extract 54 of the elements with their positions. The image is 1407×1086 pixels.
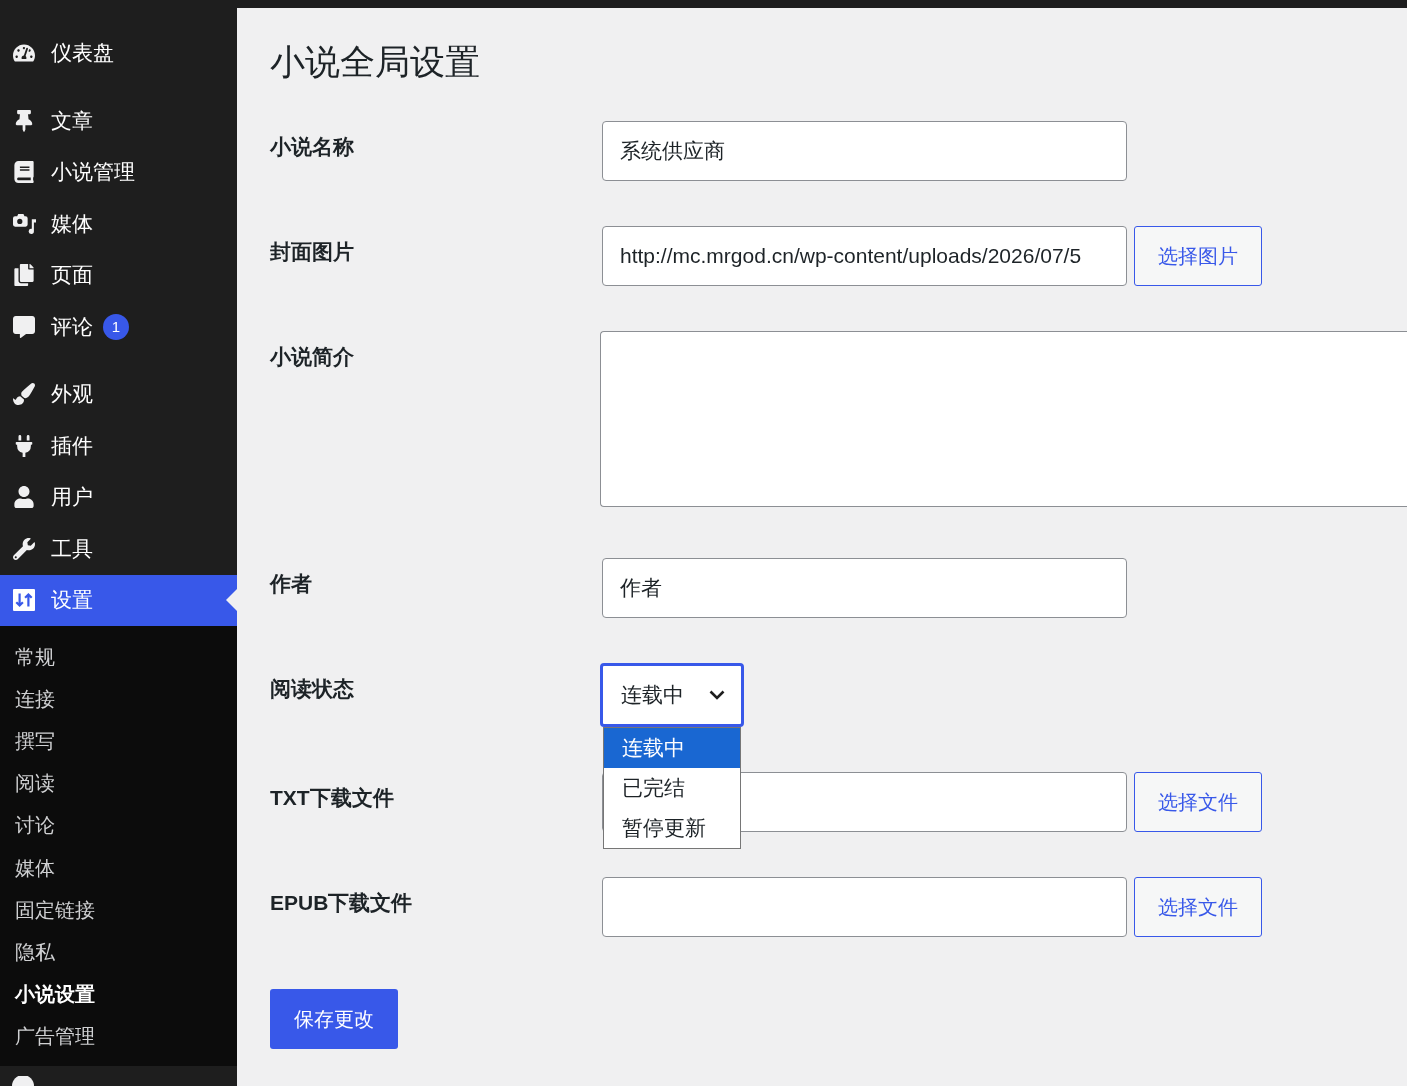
- documents-icon: [13, 264, 35, 287]
- submenu-item[interactable]: 广告管理: [0, 1015, 237, 1058]
- upload-button[interactable]: 选择文件: [1134, 877, 1262, 937]
- menu-item[interactable]: 页面: [0, 249, 237, 301]
- menu-item[interactable]: 小说管理: [0, 146, 237, 198]
- dropdown-option[interactable]: 连载中: [604, 728, 740, 768]
- chevron-down-icon: [709, 690, 725, 700]
- page-title: 小说全局设置: [270, 41, 480, 83]
- text-input[interactable]: 系统供应商: [602, 121, 1127, 181]
- menu-item[interactable]: 插件: [0, 420, 237, 472]
- plug-icon: [13, 434, 35, 457]
- gauge-icon: [13, 42, 35, 65]
- field-label: EPUB下载文件: [270, 890, 413, 916]
- menu-item[interactable]: 外观: [0, 368, 237, 420]
- submenu-item[interactable]: 固定链接: [0, 889, 237, 932]
- field-label: 小说简介: [270, 344, 354, 370]
- book-icon: [13, 161, 35, 184]
- pointer-triangle-icon: [226, 589, 237, 612]
- menu-item[interactable]: 设置: [0, 574, 237, 626]
- speech-bubble-icon: [13, 315, 35, 338]
- field-label: 封面图片: [270, 239, 354, 265]
- submenu-item[interactable]: 隐私: [0, 931, 237, 974]
- user-icon: [13, 486, 35, 509]
- submenu-item[interactable]: 媒体: [0, 846, 237, 890]
- text-input[interactable]: 作者: [602, 558, 1127, 618]
- menu-item[interactable]: 用户: [0, 471, 237, 523]
- settings-icon: [13, 589, 35, 612]
- field-label: TXT下载文件: [270, 785, 394, 811]
- submenu-item[interactable]: 小说设置: [0, 973, 237, 1016]
- status-select[interactable]: 连载中: [600, 663, 744, 727]
- submenu-item[interactable]: 连接: [0, 678, 237, 721]
- field-label: 小说名称: [270, 134, 354, 160]
- paintbrush-icon: [13, 383, 35, 406]
- submenu-item[interactable]: 常规: [0, 636, 237, 679]
- menu-item[interactable]: 工具: [0, 523, 237, 575]
- menu-item[interactable]: 仪表盘: [0, 27, 237, 79]
- text-input[interactable]: [602, 877, 1127, 937]
- text-input[interactable]: http://mc.mrgod.cn/wp-content/uploads/2026/07/5: [602, 226, 1127, 286]
- upload-button[interactable]: 选择图片: [1134, 226, 1262, 286]
- menu-item[interactable]: 文章: [0, 95, 237, 147]
- menu-item[interactable]: 媒体: [0, 198, 237, 250]
- textarea-field[interactable]: [600, 331, 1407, 507]
- wrench-icon: [13, 537, 35, 560]
- count-badge: 1: [103, 313, 129, 340]
- menu-item[interactable]: 评论 1: [0, 301, 237, 353]
- pushpin-icon: [13, 109, 35, 132]
- submenu-item[interactable]: 阅读: [0, 762, 237, 805]
- field-label: 阅读状态: [270, 676, 354, 702]
- submenu-item[interactable]: 撰写: [0, 720, 237, 763]
- save-button[interactable]: 保存更改: [270, 989, 398, 1049]
- camera-music-icon: [12, 213, 36, 235]
- submenu-item[interactable]: 讨论: [0, 804, 237, 847]
- upload-button[interactable]: 选择文件: [1134, 772, 1262, 832]
- field-label: 作者: [270, 571, 312, 597]
